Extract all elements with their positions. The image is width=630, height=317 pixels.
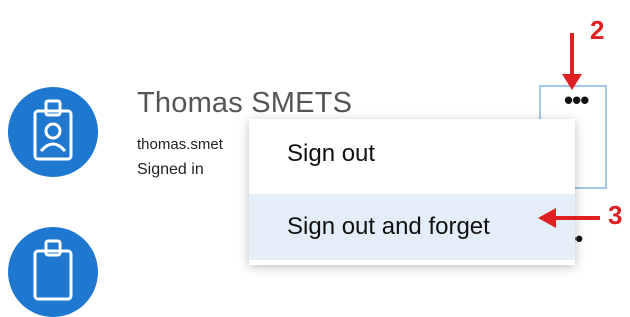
annotation-arrow-3 bbox=[538, 208, 600, 228]
annotation-label-2: 2 bbox=[590, 15, 605, 45]
annotation-arrow-2 bbox=[562, 33, 582, 90]
annotation-arrows bbox=[538, 33, 600, 228]
annotation-label-3: 3 bbox=[608, 200, 623, 230]
